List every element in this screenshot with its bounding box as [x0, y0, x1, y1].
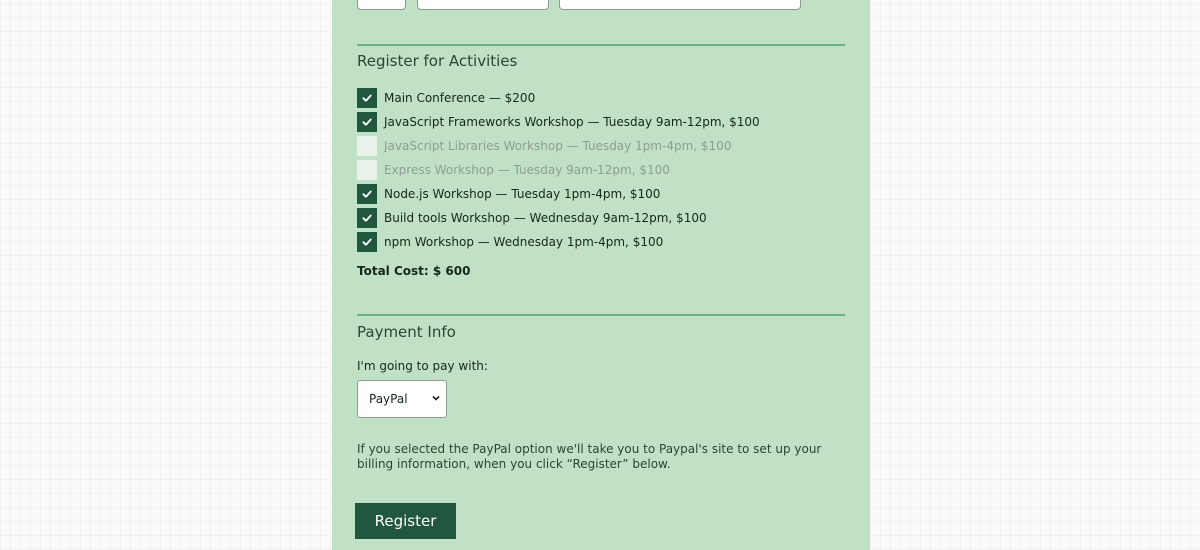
activity-item[interactable]: Node.js Workshop — Tuesday 1pm-4pm, $100 — [357, 184, 660, 204]
payment-method-selected-value: PayPal — [369, 392, 408, 406]
payment-divider — [357, 314, 845, 316]
payment-method-label: I'm going to pay with: — [357, 359, 488, 373]
activities-divider — [357, 44, 845, 46]
activity-checkbox[interactable] — [357, 208, 377, 228]
activity-label: Build tools Workshop — Wednesday 9am-12p… — [384, 211, 707, 225]
chevron-down-icon — [431, 392, 441, 406]
payment-legend: Payment Info — [357, 323, 456, 341]
activity-label: Express Workshop — Tuesday 9am-12pm, $10… — [384, 163, 670, 177]
previous-field-3[interactable] — [559, 0, 801, 10]
register-button[interactable]: Register — [355, 503, 456, 539]
previous-field-1[interactable] — [357, 0, 406, 10]
activity-checkbox — [357, 160, 377, 180]
checkmark-icon — [361, 233, 373, 252]
checkmark-icon — [361, 89, 373, 108]
activity-item[interactable]: npm Workshop — Wednesday 1pm-4pm, $100 — [357, 232, 663, 252]
previous-field-2[interactable] — [417, 0, 549, 10]
activity-item: Express Workshop — Tuesday 9am-12pm, $10… — [357, 160, 670, 180]
activities-legend: Register for Activities — [357, 52, 518, 70]
activity-item[interactable]: Build tools Workshop — Wednesday 9am-12p… — [357, 208, 707, 228]
activity-checkbox[interactable] — [357, 232, 377, 252]
activity-item: JavaScript Libraries Workshop — Tuesday … — [357, 136, 731, 156]
checkmark-icon — [361, 185, 373, 204]
total-cost: Total Cost: $ 600 — [357, 264, 471, 278]
activity-checkbox[interactable] — [357, 112, 377, 132]
activity-label: npm Workshop — Wednesday 1pm-4pm, $100 — [384, 235, 664, 249]
activity-label: Main Conference — $200 — [384, 91, 536, 105]
activity-label: JavaScript Libraries Workshop — Tuesday … — [384, 139, 732, 153]
activity-checkbox — [357, 136, 377, 156]
payment-method-select[interactable]: PayPal — [357, 380, 447, 418]
activity-label: Node.js Workshop — Tuesday 1pm-4pm, $100 — [384, 187, 661, 201]
registration-form-panel: Register for Activities Main Conference … — [332, 0, 870, 550]
paypal-note: If you selected the PayPal option we'll … — [357, 442, 822, 471]
activity-item[interactable]: JavaScript Frameworks Workshop — Tuesday… — [357, 112, 760, 132]
activity-label: JavaScript Frameworks Workshop — Tuesday… — [384, 115, 760, 129]
checkmark-icon — [361, 113, 373, 132]
checkmark-icon — [361, 209, 373, 228]
activity-checkbox[interactable] — [357, 88, 377, 108]
activity-item[interactable]: Main Conference — $200 — [357, 88, 535, 108]
activity-checkbox[interactable] — [357, 184, 377, 204]
